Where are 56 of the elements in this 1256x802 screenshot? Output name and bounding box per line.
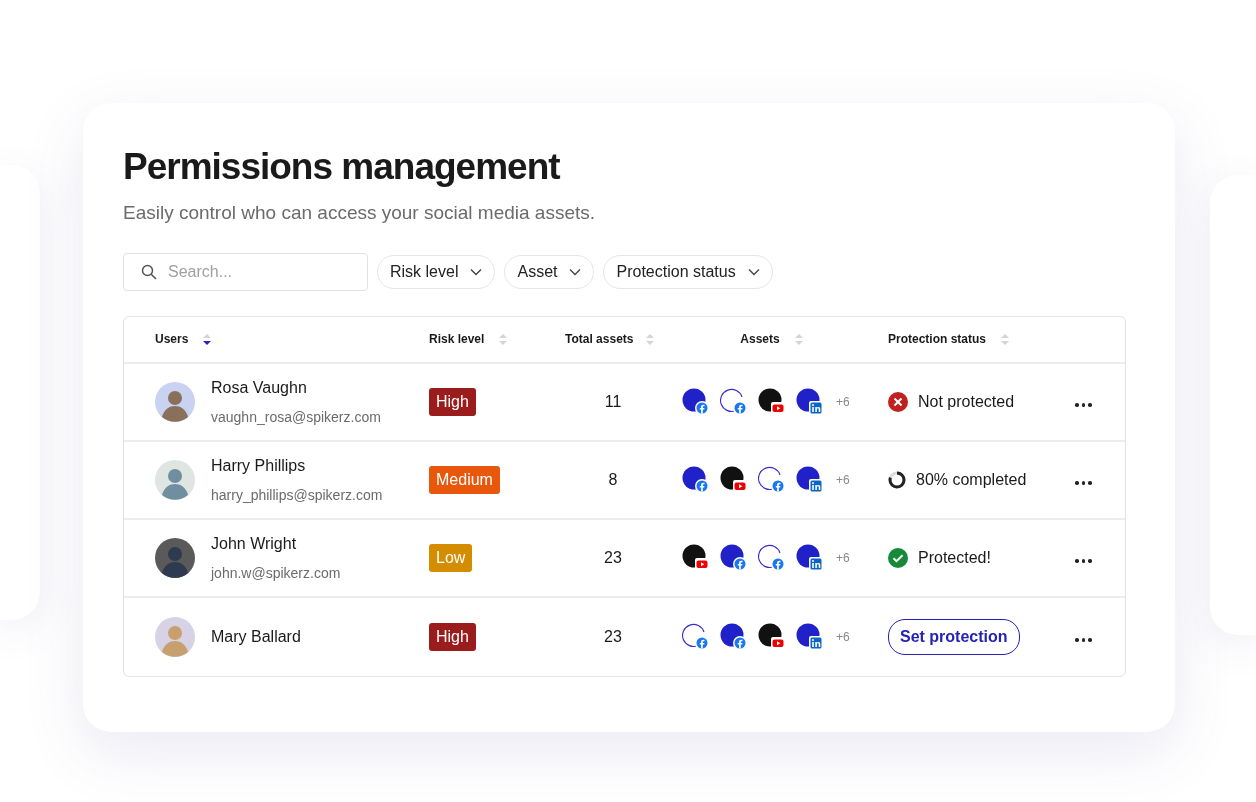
page-title: Permissions management [123, 145, 561, 189]
avatar-icon [155, 616, 195, 657]
account-logo-icon [796, 465, 824, 494]
account-logo-icon [796, 543, 824, 572]
chevron-down-icon [569, 267, 582, 276]
error-icon [888, 391, 908, 412]
column-header: Protection status [888, 331, 986, 349]
asset-count: 11 [603, 391, 623, 412]
status-text: Not protected [918, 391, 1015, 412]
account-logo-icon [758, 543, 786, 572]
account-logo-icon [682, 465, 710, 494]
more-count: +6 [836, 393, 850, 411]
user-name: Harry Phillips [211, 455, 307, 476]
asset-count: 23 [603, 626, 623, 647]
account-logo-icon [796, 622, 824, 651]
filter-dropdown[interactable]: Protection status [603, 254, 773, 289]
user-email: vaughn_rosa@spikerz.com [211, 407, 381, 427]
filter-dropdown[interactable]: Risk level [377, 254, 496, 289]
page-subtitle: Easily control who can access your social media assets. [123, 201, 597, 226]
status-text: Protected! [918, 547, 991, 568]
status-text: 80% completed [916, 469, 1027, 490]
account-logo-icon [682, 622, 710, 651]
search-icon [141, 263, 157, 280]
avatar-icon [155, 537, 195, 578]
more-count: +6 [836, 471, 850, 489]
risk-badge: Medium [429, 465, 500, 494]
user-name: Mary Ballard [211, 626, 301, 647]
avatar-icon [155, 381, 195, 422]
more-count: +6 [836, 628, 850, 646]
filter-dropdown[interactable]: Asset [504, 254, 595, 289]
avatar-icon [155, 459, 195, 500]
user-email: harry_phillips@spikerz.com [211, 485, 383, 505]
account-logo-icon [758, 465, 786, 494]
column-header: Assets [740, 331, 780, 349]
asset-count: 23 [603, 547, 623, 568]
column-header: Users [155, 331, 189, 349]
user-email: john.w@spikerz.com [211, 563, 341, 583]
risk-badge: High [429, 622, 476, 651]
account-logo-icon [682, 387, 710, 416]
user-name: Rosa Vaughn [211, 377, 308, 398]
column-header: Risk level [429, 331, 485, 349]
chevron-down-icon [747, 267, 760, 276]
asset-count: 8 [607, 469, 619, 490]
search-field[interactable]: Search... [123, 252, 368, 291]
account-logo-icon [720, 387, 748, 416]
risk-badge: High [429, 387, 476, 416]
chevron-down-icon [470, 267, 483, 276]
check-icon [888, 547, 908, 568]
user-name: John Wright [211, 533, 298, 554]
account-logo-icon [720, 622, 748, 651]
column-header: Total assets [565, 331, 634, 349]
account-logo-icon [796, 387, 824, 416]
more-count: +6 [836, 549, 850, 567]
set-protection-button[interactable]: Set protection [888, 618, 1020, 655]
account-logo-icon [720, 543, 748, 572]
risk-badge: Low [429, 543, 473, 572]
